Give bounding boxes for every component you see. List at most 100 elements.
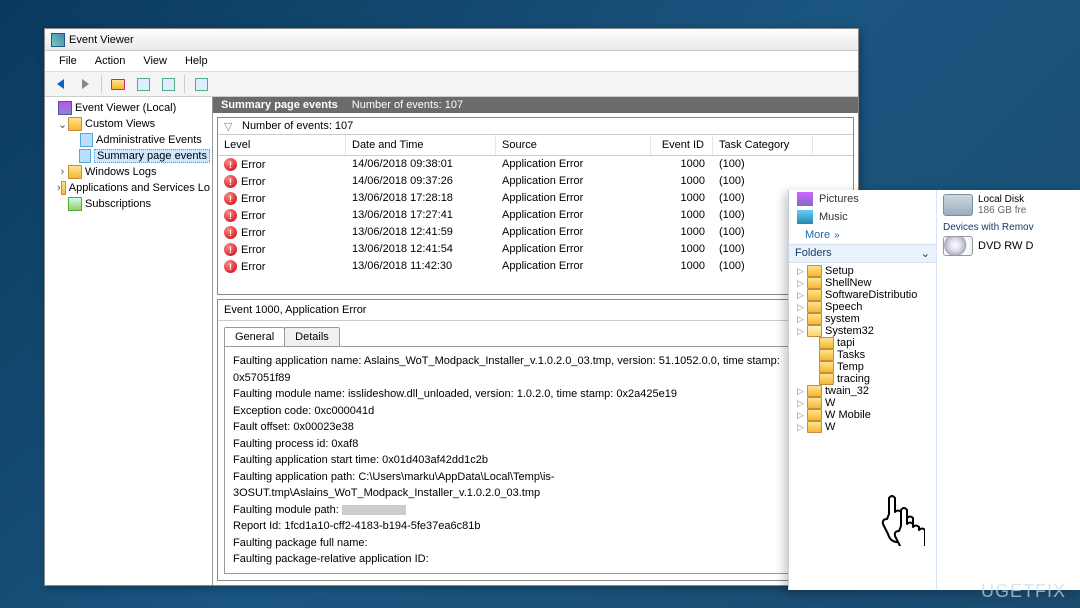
tree-root[interactable]: Event Viewer (Local) xyxy=(75,102,176,114)
expand-icon[interactable]: ▷ xyxy=(797,278,807,289)
summary-count: Number of events: 107 xyxy=(352,99,463,111)
folder-item[interactable]: ▷System32 xyxy=(789,325,936,337)
toolbar-btn-a[interactable] xyxy=(132,74,154,94)
dvd-drive-item[interactable]: DVD RW D xyxy=(943,236,1074,256)
navigation-tree[interactable]: Event Viewer (Local) ⌄ Custom Views Admin… xyxy=(45,97,213,585)
menu-view[interactable]: View xyxy=(135,53,175,69)
toolbar-btn-c[interactable] xyxy=(190,74,212,94)
error-icon: ! xyxy=(224,158,237,171)
forward-button[interactable] xyxy=(74,74,96,94)
tab-details[interactable]: Details xyxy=(284,327,340,346)
tree-summary-events[interactable]: Summary page events xyxy=(94,149,210,163)
col-level[interactable]: Level xyxy=(218,135,346,155)
table-row[interactable]: !Error13/06/2018 12:41:54Application Err… xyxy=(218,241,853,258)
folder-item[interactable]: ▷W xyxy=(789,421,936,433)
folder-item[interactable]: tapi xyxy=(789,337,936,349)
folder-item[interactable]: Tasks xyxy=(789,349,936,361)
detail-text[interactable]: Faulting application name: Aslains_WoT_M… xyxy=(224,346,847,574)
detail-line: Fault offset: 0x00023e38 xyxy=(233,419,838,436)
table-row[interactable]: !Error13/06/2018 12:41:59Application Err… xyxy=(218,224,853,241)
arrow-right-icon xyxy=(82,79,89,89)
folder-icon xyxy=(68,117,82,131)
folder-item[interactable]: ▷Speech xyxy=(789,301,936,313)
collapse-icon[interactable]: ⌄ xyxy=(57,118,68,131)
col-source[interactable]: Source xyxy=(496,135,651,155)
folder-item[interactable]: ▷W xyxy=(789,397,936,409)
expand-icon[interactable]: ▷ xyxy=(797,302,807,313)
tree-subscriptions[interactable]: Subscriptions xyxy=(85,198,151,210)
dvd-label: DVD RW D xyxy=(978,240,1033,252)
table-row[interactable]: !Error13/06/2018 11:42:30Application Err… xyxy=(218,258,853,275)
lib-music[interactable]: Music xyxy=(789,208,936,226)
table-row[interactable]: !Error14/06/2018 09:37:26Application Err… xyxy=(218,173,853,190)
devices-section: Devices with Remov xyxy=(943,222,1074,233)
expand-icon[interactable]: ▷ xyxy=(797,398,807,409)
folder-item[interactable]: ▷system xyxy=(789,313,936,325)
folder-tree[interactable]: ▷Setup▷ShellNew▷SoftwareDistributio▷Spee… xyxy=(789,263,936,590)
local-disk-item[interactable]: Local Disk186 GB fre xyxy=(943,194,1074,216)
window-title: Event Viewer xyxy=(69,34,134,46)
folder-item[interactable]: ▷W Mobile xyxy=(789,409,936,421)
expand-icon[interactable]: ▷ xyxy=(797,386,807,397)
folder-icon xyxy=(111,79,125,90)
col-date[interactable]: Date and Time xyxy=(346,135,496,155)
expand-icon[interactable]: ▷ xyxy=(797,326,807,337)
tree-admin-events[interactable]: Administrative Events xyxy=(96,134,202,146)
folder-item[interactable]: ▷twain_32 xyxy=(789,385,936,397)
folders-header[interactable]: Folders⌄ xyxy=(789,244,936,263)
detail-line: Faulting process id: 0xaf8 xyxy=(233,436,838,453)
filter-icon xyxy=(79,149,91,163)
event-detail: Event 1000, Application Error General De… xyxy=(217,299,854,581)
folder-item[interactable]: ▷Setup xyxy=(789,265,936,277)
expand-icon[interactable]: › xyxy=(57,166,68,178)
tab-general[interactable]: General xyxy=(224,327,285,346)
back-button[interactable] xyxy=(49,74,71,94)
folder-item[interactable]: ▷SoftwareDistributio xyxy=(789,289,936,301)
detail-line: Faulting package full name: xyxy=(233,535,838,552)
col-event-id[interactable]: Event ID xyxy=(651,135,713,155)
tree-custom-views[interactable]: Custom Views xyxy=(85,118,155,130)
folder-item[interactable]: tracing xyxy=(789,373,936,385)
toolbar-btn-b[interactable] xyxy=(157,74,179,94)
explorer-nav-pane[interactable]: Pictures Music More» Folders⌄ ▷Setup▷She… xyxy=(789,190,937,590)
lib-pictures[interactable]: Pictures xyxy=(789,190,936,208)
detail-line: Faulting package-relative application ID… xyxy=(233,551,838,568)
explorer-content[interactable]: Local Disk186 GB fre Devices with Remov … xyxy=(937,190,1080,590)
toolbar xyxy=(45,71,858,97)
table-row[interactable]: !Error14/06/2018 09:38:01Application Err… xyxy=(218,156,853,173)
table-row[interactable]: !Error13/06/2018 17:28:18Application Err… xyxy=(218,190,853,207)
folder-icon xyxy=(819,373,834,385)
chevron-right-icon: » xyxy=(834,230,840,241)
folder-item[interactable]: Temp xyxy=(789,361,936,373)
menu-file[interactable]: File xyxy=(51,53,85,69)
folder-icon xyxy=(807,421,822,433)
tree-apps-logs[interactable]: Applications and Services Lo xyxy=(69,182,210,194)
chevron-down-icon: ⌄ xyxy=(921,247,930,260)
drive-free: 186 GB fre xyxy=(978,205,1026,216)
expand-icon[interactable]: ▷ xyxy=(797,290,807,301)
folder-icon xyxy=(819,349,834,361)
col-task[interactable]: Task Category xyxy=(713,135,813,155)
expand-icon[interactable]: ▷ xyxy=(797,266,807,277)
error-icon: ! xyxy=(224,209,237,222)
event-rows[interactable]: !Error14/06/2018 09:38:01Application Err… xyxy=(218,156,853,294)
folder-item[interactable]: ▷ShellNew xyxy=(789,277,936,289)
watermark: UGETFIX xyxy=(981,581,1066,602)
dvd-icon xyxy=(943,236,973,256)
folder-icon xyxy=(68,165,82,179)
folder-icon xyxy=(807,277,822,289)
menu-help[interactable]: Help xyxy=(177,53,216,69)
tree-windows-logs[interactable]: Windows Logs xyxy=(85,166,157,178)
square-icon xyxy=(162,78,175,91)
more-link[interactable]: More» xyxy=(789,226,936,244)
menu-action[interactable]: Action xyxy=(87,53,134,69)
expand-icon[interactable]: ▷ xyxy=(797,422,807,433)
expand-icon[interactable]: ▷ xyxy=(797,314,807,325)
detail-line: Report Id: 1fcd1a10-cff2-4183-b194-5fe37… xyxy=(233,518,838,535)
table-row[interactable]: !Error13/06/2018 17:27:41Application Err… xyxy=(218,207,853,224)
titlebar[interactable]: Event Viewer xyxy=(45,29,858,51)
expand-icon[interactable]: ▷ xyxy=(797,410,807,421)
detail-line: Exception code: 0xc000041d xyxy=(233,403,838,420)
folder-icon xyxy=(807,409,822,421)
show-tree-button[interactable] xyxy=(107,74,129,94)
